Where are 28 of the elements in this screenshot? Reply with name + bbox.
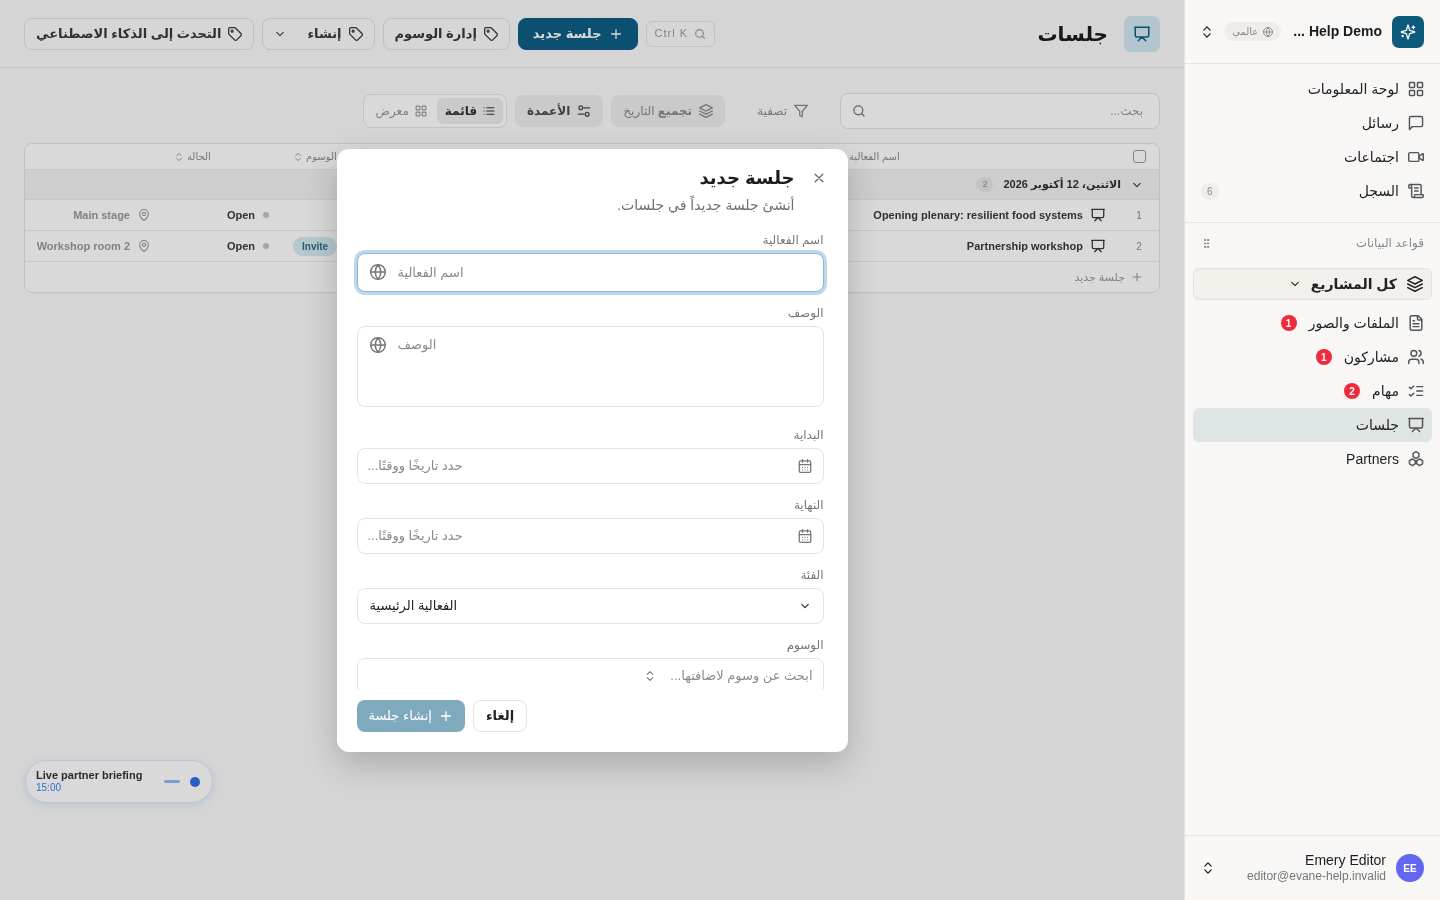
field-label: الوصف — [786, 305, 824, 320]
user-name: Emery Editor — [1304, 852, 1386, 869]
field-label: البداية — [792, 427, 824, 442]
location-text: Main stage — [73, 207, 130, 223]
notification-badge: 1 — [1280, 315, 1297, 331]
dialog-subtitle: أنشئ جلسة جديداً في جلسات. — [616, 194, 795, 215]
tag-chip: Invite — [293, 236, 338, 256]
field-label: اسم الفعالية — [761, 232, 824, 247]
row-number: 1 — [1136, 208, 1142, 223]
group-count: 2 — [976, 176, 994, 193]
field-label: الوسوم — [785, 637, 824, 652]
count-badge: 6 — [1201, 182, 1219, 200]
notification-badge: 2 — [1344, 383, 1361, 399]
section-label: قواعد البيانات — [1355, 235, 1424, 251]
user-email: editor@evane-help.invalid — [1247, 869, 1386, 884]
scope-badge: عالمي — [1224, 22, 1282, 41]
live-event-time: 15:00 — [36, 782, 63, 795]
notification-badge: 1 — [1315, 349, 1332, 365]
field-label: الفئة — [799, 567, 824, 582]
group-date: الاثنين، 12 أكتوبر 2026 — [1003, 176, 1121, 193]
status-text: Open — [226, 238, 255, 254]
status-text: Open — [226, 207, 255, 223]
location-text: Workshop room 2 — [36, 238, 130, 254]
live-event-title: Live partner briefing — [36, 768, 143, 783]
page-title: جلسات — [1037, 21, 1108, 46]
dialog-title: جلسة جديد — [698, 166, 795, 189]
row-number: 2 — [1136, 239, 1142, 254]
field-label: النهاية — [792, 497, 824, 512]
